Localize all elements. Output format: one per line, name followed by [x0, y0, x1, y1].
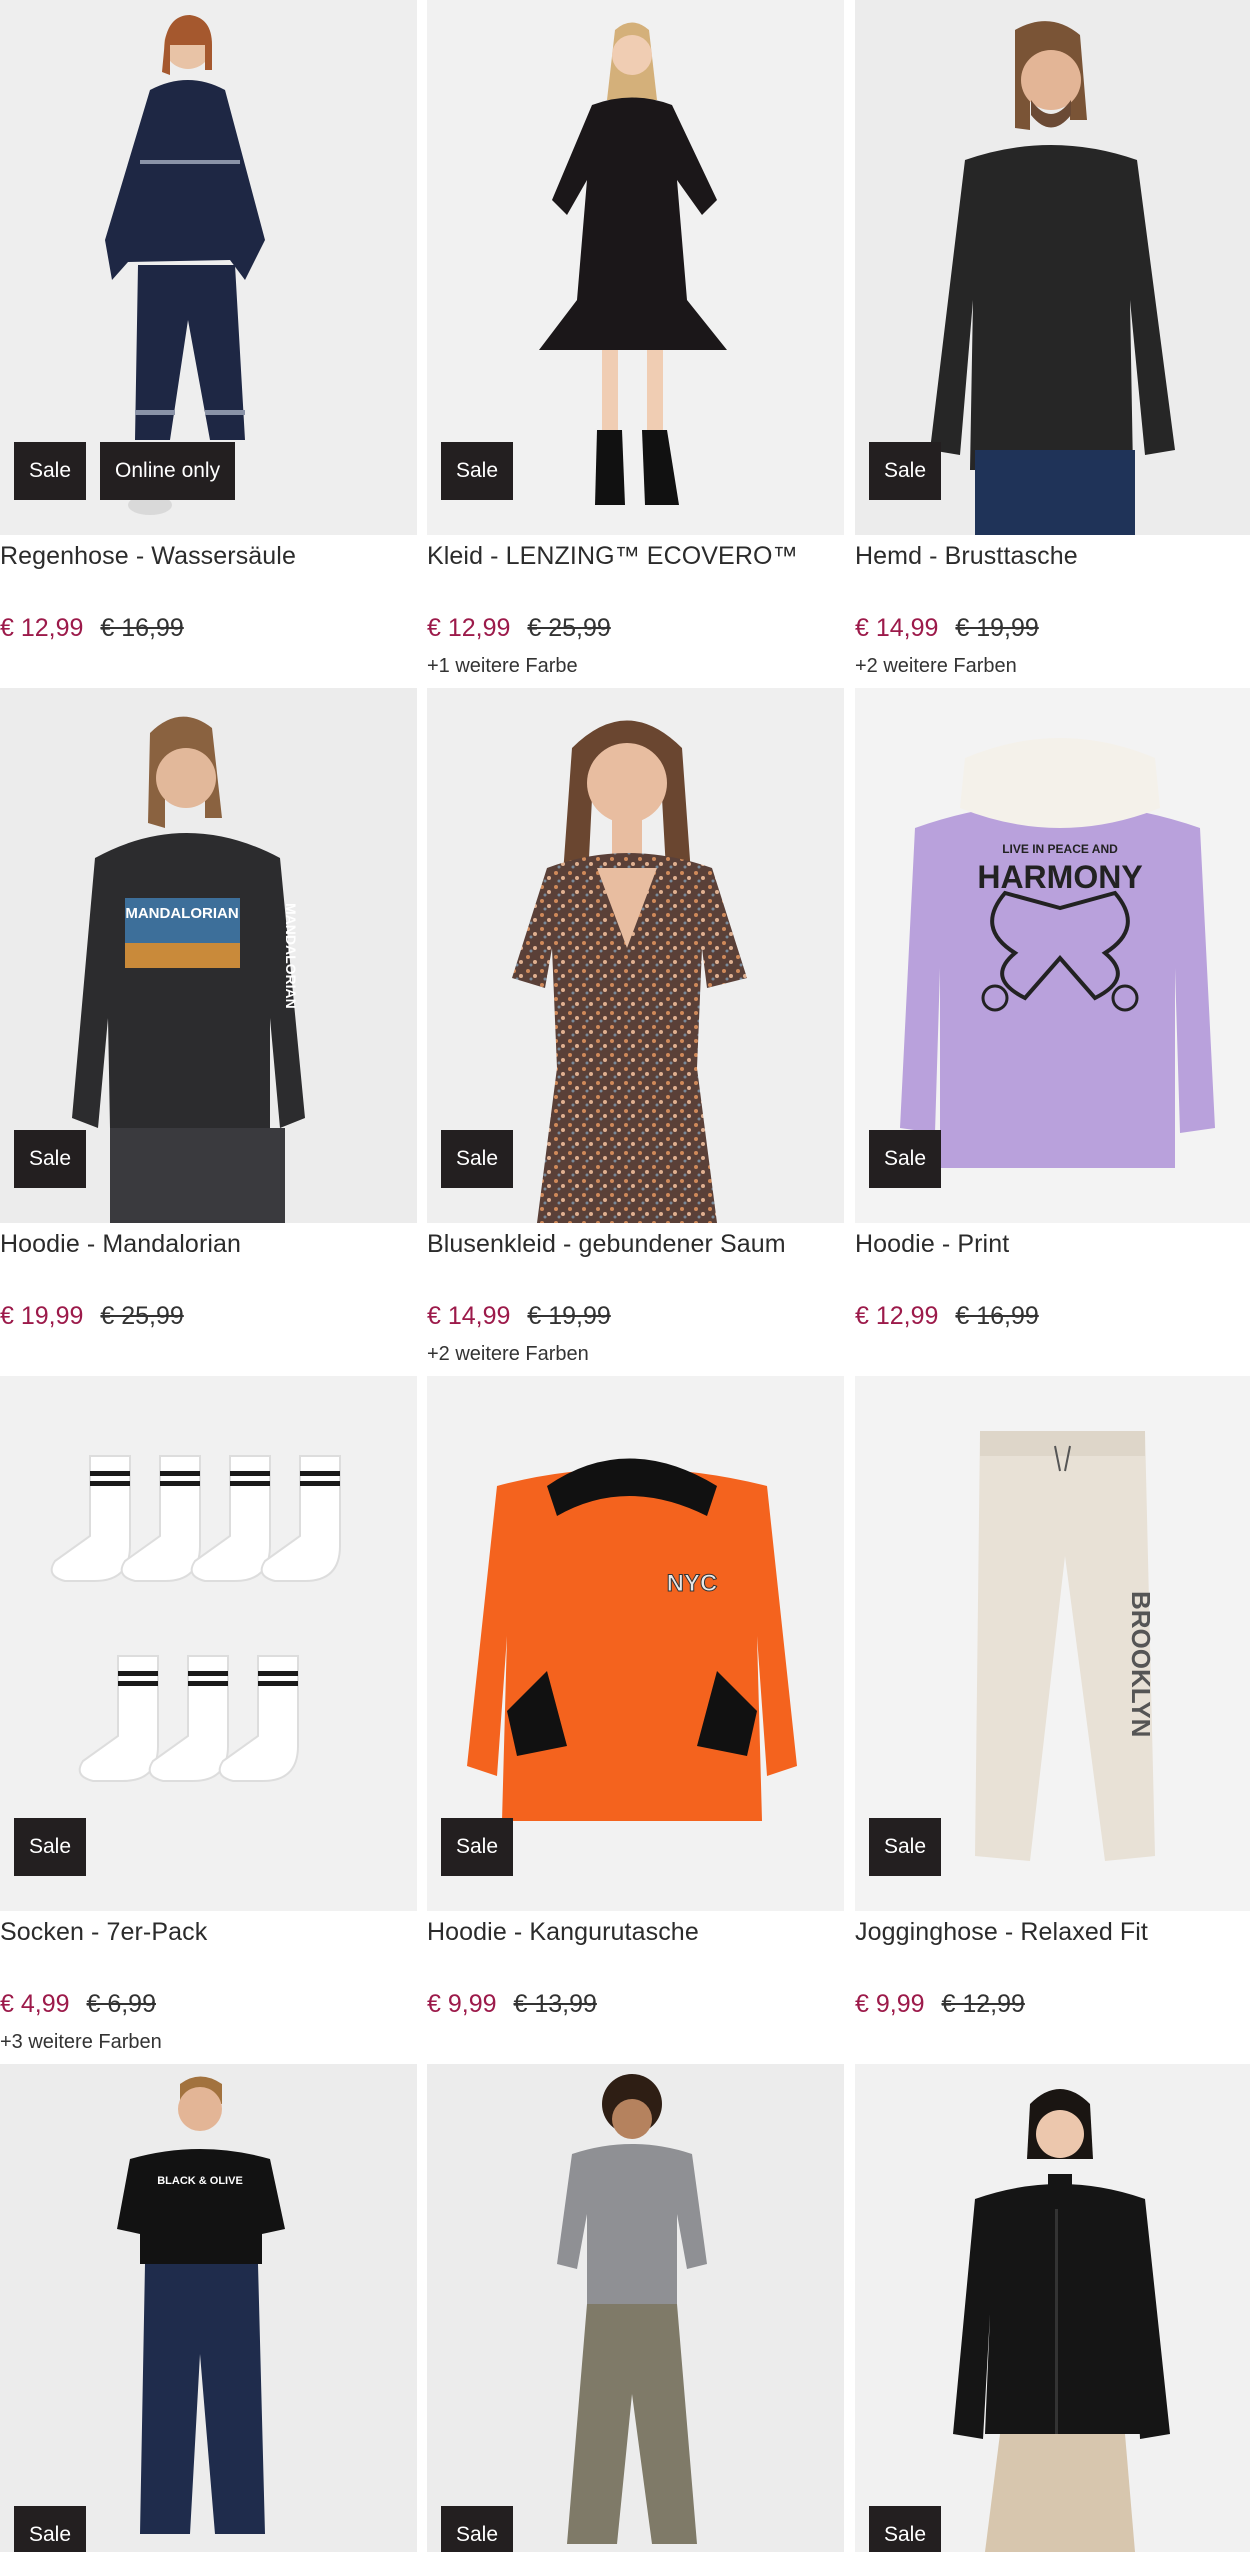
price-row: € 9,99 € 12,99: [855, 1990, 1025, 2019]
product-card[interactable]: Sale: [427, 2064, 844, 2552]
sale-badge: Sale: [14, 1130, 87, 1188]
brooklyn-print: BROOKLYN: [1126, 1591, 1156, 1737]
more-colors-link[interactable]: +2 weitere Farben: [427, 1343, 589, 1366]
sale-price: € 9,99: [855, 1990, 925, 2018]
price-row: € 19,99 € 25,99: [0, 1302, 184, 1331]
sale-badge: Sale: [441, 1130, 514, 1188]
more-colors-link[interactable]: +2 weitere Farben: [855, 655, 1017, 678]
badge-group: Sale: [14, 1818, 87, 1876]
product-card[interactable]: Sale Online only Regenhose - Wassersäule…: [0, 0, 417, 683]
price-row: € 12,99 € 16,99: [0, 614, 184, 643]
sale-badge: Sale: [441, 2506, 514, 2552]
sale-badge: Sale: [441, 1818, 514, 1876]
price-row: € 9,99 € 13,99: [427, 1990, 597, 2019]
badge-group: Sale: [869, 1818, 942, 1876]
original-price: € 6,99: [86, 1990, 156, 2018]
badge-group: Sale: [441, 442, 514, 500]
sale-badge: Sale: [14, 2506, 87, 2552]
price-row: € 14,99 € 19,99: [427, 1302, 611, 1331]
nyc-print: NYC: [667, 1570, 718, 1597]
badge-group: Sale: [14, 1130, 87, 1188]
badge-group: Sale: [14, 2506, 87, 2552]
price-row: € 12,99 € 16,99: [855, 1302, 1039, 1331]
sale-price: € 19,99: [0, 1302, 84, 1330]
sale-badge: Sale: [441, 442, 514, 500]
product-image[interactable]: [855, 2064, 1250, 2552]
product-card[interactable]: LIVE IN PEACE AND HARMONY Sale Hoodie - …: [855, 688, 1250, 1371]
product-card[interactable]: Sale Kleid - LENZING™ ECOVERO™ € 12,99 €…: [427, 0, 844, 683]
sale-price: € 12,99: [0, 614, 84, 642]
sale-price: € 14,99: [427, 1302, 511, 1330]
badge-group: Sale: [869, 1130, 942, 1188]
original-price: € 19,99: [527, 1302, 611, 1330]
original-price: € 25,99: [100, 1302, 184, 1330]
sleeve-print: MANDALORIAN: [283, 903, 299, 1009]
product-title[interactable]: Socken - 7er-Pack: [0, 1918, 207, 1947]
product-card[interactable]: Sale: [855, 2064, 1250, 2552]
sale-price: € 9,99: [427, 1990, 497, 2018]
price-row: € 12,99 € 25,99: [427, 614, 611, 643]
sale-price: € 4,99: [0, 1990, 70, 2018]
product-title[interactable]: Hoodie - Mandalorian: [0, 1230, 241, 1259]
sale-badge: Sale: [14, 1818, 87, 1876]
badge-group: Sale: [441, 1130, 514, 1188]
sale-price: € 14,99: [855, 614, 939, 642]
price-row: € 14,99 € 19,99: [855, 614, 1039, 643]
sale-badge: Sale: [869, 442, 942, 500]
product-grid: Sale Online only Regenhose - Wassersäule…: [0, 0, 1250, 2552]
product-card[interactable]: Sale Blusenkleid - gebundener Saum € 14,…: [427, 688, 844, 1371]
product-title[interactable]: Hoodie - Kangurutasche: [427, 1918, 699, 1947]
product-image[interactable]: [427, 2064, 844, 2552]
mandalorian-print: MANDALORIAN: [125, 905, 238, 922]
badge-group: Sale Online only: [14, 442, 236, 500]
badge-group: Sale: [869, 442, 942, 500]
original-price: € 16,99: [100, 614, 184, 642]
product-card[interactable]: NYC Sale Hoodie - Kangurutasche € 9,99 €…: [427, 1376, 844, 2059]
badge-group: Sale: [441, 2506, 514, 2552]
sale-price: € 12,99: [427, 614, 511, 642]
sale-badge: Sale: [14, 442, 87, 500]
product-card[interactable]: BLACK & OLIVE Sale: [0, 2064, 417, 2552]
badge-group: Sale: [441, 1818, 514, 1876]
tshirt-print: BLACK & OLIVE: [157, 2175, 243, 2187]
original-price: € 25,99: [527, 614, 611, 642]
more-colors-link[interactable]: +1 weitere Farbe: [427, 655, 578, 678]
product-title[interactable]: Regenhose - Wassersäule: [0, 542, 296, 571]
product-image[interactable]: BLACK & OLIVE: [0, 2064, 417, 2552]
product-card[interactable]: BROOKLYN Sale Jogginghose - Relaxed Fit …: [855, 1376, 1250, 2059]
product-title[interactable]: Hemd - Brusttasche: [855, 542, 1078, 571]
product-card[interactable]: MANDALORIAN MANDALORIAN Sale Hoodie - Ma…: [0, 688, 417, 1371]
more-colors-link[interactable]: +3 weitere Farben: [0, 2031, 162, 2054]
sale-badge: Sale: [869, 1818, 942, 1876]
product-card[interactable]: Sale Socken - 7er-Pack € 4,99 € 6,99 +3 …: [0, 1376, 417, 2059]
product-title[interactable]: Jogginghose - Relaxed Fit: [855, 1918, 1148, 1947]
hoodie-print-small: LIVE IN PEACE AND: [1002, 842, 1118, 856]
price-row: € 4,99 € 6,99: [0, 1990, 156, 2019]
product-card[interactable]: Sale Hemd - Brusttasche € 14,99 € 19,99 …: [855, 0, 1250, 683]
badge-group: Sale: [869, 2506, 942, 2552]
original-price: € 12,99: [941, 1990, 1025, 2018]
original-price: € 19,99: [955, 614, 1039, 642]
original-price: € 16,99: [955, 1302, 1039, 1330]
online-only-badge: Online only: [100, 442, 236, 500]
product-title[interactable]: Hoodie - Print: [855, 1230, 1009, 1259]
hoodie-print-big: HARMONY: [977, 859, 1142, 895]
sale-badge: Sale: [869, 2506, 942, 2552]
sale-badge: Sale: [869, 1130, 942, 1188]
original-price: € 13,99: [513, 1990, 597, 2018]
product-title[interactable]: Blusenkleid - gebundener Saum: [427, 1230, 786, 1259]
sale-price: € 12,99: [855, 1302, 939, 1330]
product-title[interactable]: Kleid - LENZING™ ECOVERO™: [427, 542, 798, 571]
